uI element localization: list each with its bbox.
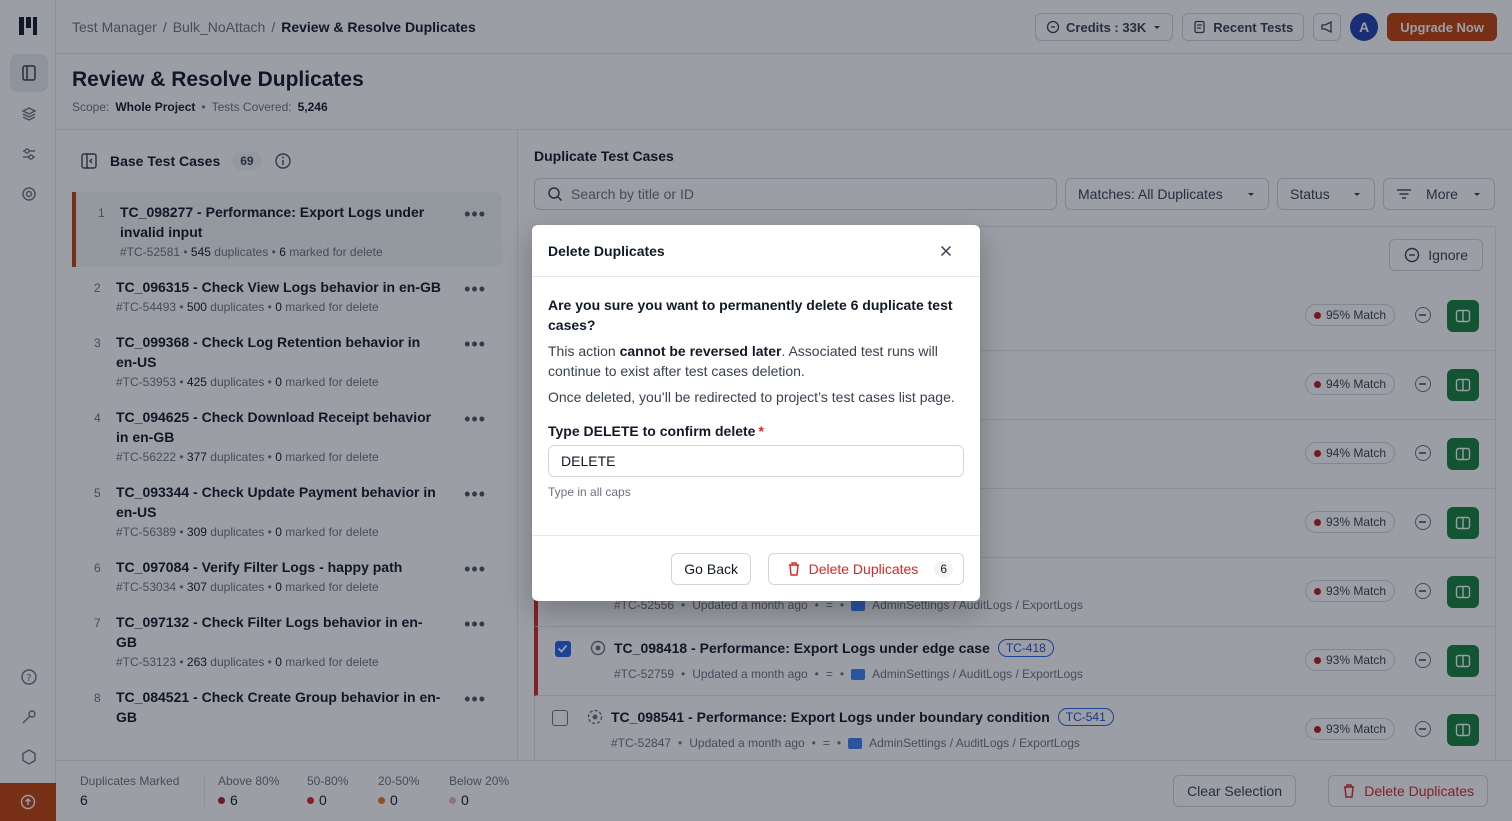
confirm-delete-input[interactable] (548, 445, 964, 477)
close-icon[interactable] (936, 241, 956, 261)
confirm-label: Type DELETE to confirm delete * (548, 423, 764, 439)
trash-icon (787, 561, 801, 577)
confirm-hint: Type in all caps (548, 485, 631, 499)
modal-question: Are you sure you want to permanently del… (548, 297, 953, 333)
confirm-count-badge: 6 (934, 561, 953, 577)
confirm-delete-button[interactable]: Delete Duplicates 6 (767, 553, 964, 585)
modal-title: Delete Duplicates (532, 225, 980, 277)
go-back-button[interactable]: Go Back (671, 553, 751, 585)
modal-footer: Go Back Delete Duplicates 6 (532, 535, 980, 601)
delete-duplicates-modal: Delete Duplicates Are you sure you want … (532, 225, 980, 601)
modal-redirect-note: Once deleted, you’ll be redirected to pr… (548, 389, 955, 405)
modal-warning: This action cannot be reversed later. As… (548, 343, 938, 379)
